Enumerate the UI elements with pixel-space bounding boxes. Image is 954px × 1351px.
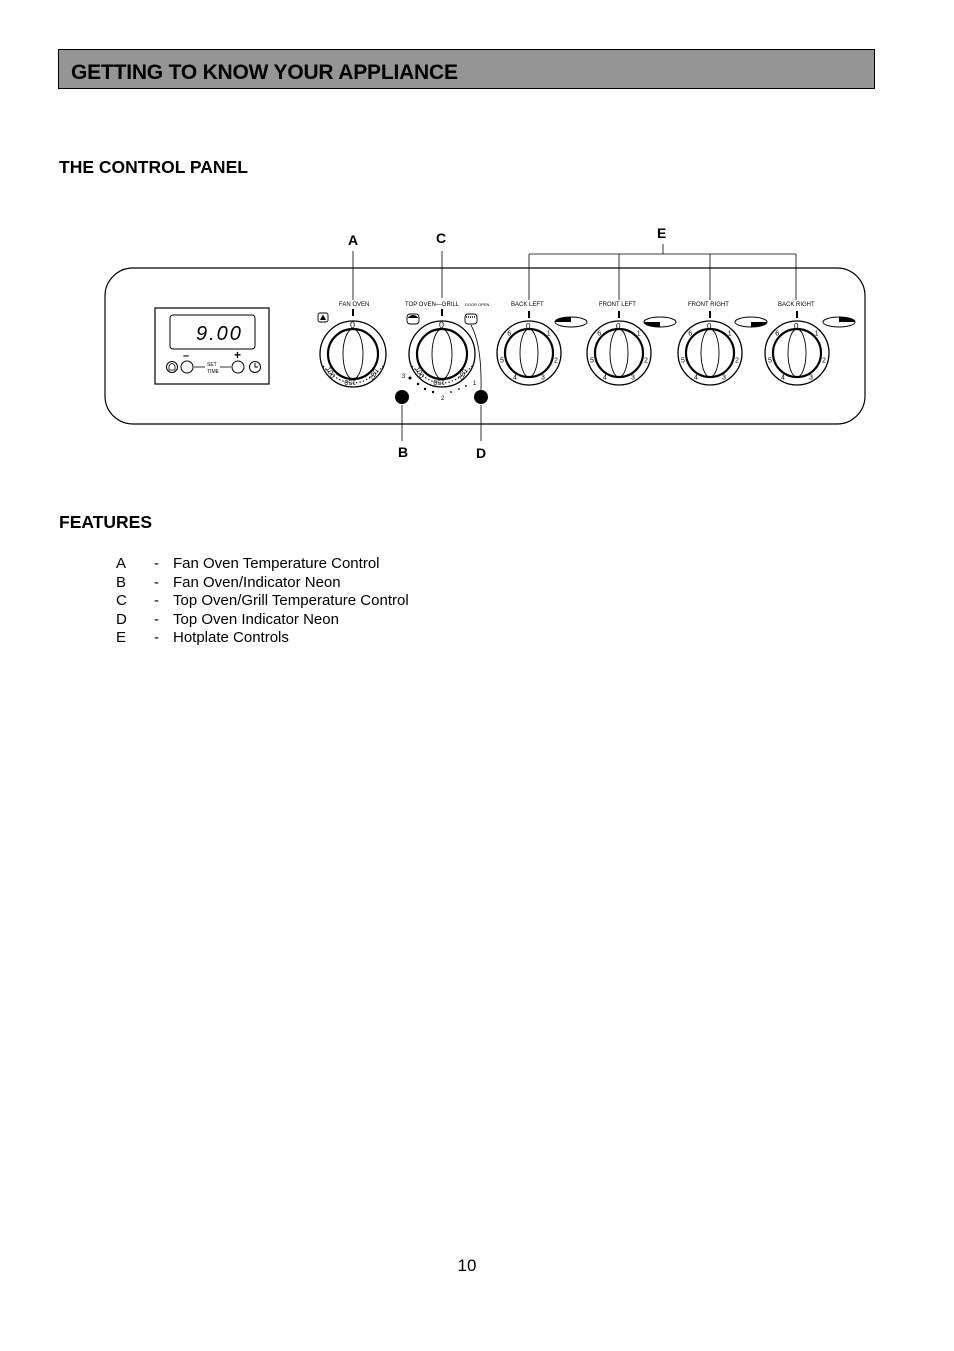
grill-scale-3: 3 <box>402 374 406 380</box>
hotplate-scale-number: 4 <box>694 375 698 382</box>
hotplate-zero: 0 <box>616 322 621 331</box>
feature-letter: D <box>116 610 127 628</box>
hotplate-scale-number: 3 <box>631 375 635 382</box>
hotplate-label: FRONT LEFT <box>599 302 636 308</box>
feature-dash: - <box>154 592 159 610</box>
features-list: A - Fan Oven Temperature Control B - Fan… <box>116 555 409 648</box>
hotplate-scale-number: 2 <box>554 358 558 365</box>
hotplate-indicator-icon <box>643 316 677 328</box>
feature-letter: E <box>116 629 127 647</box>
top-oven-grill-label: TOP OVEN—GRILL <box>405 302 460 308</box>
plus-button[interactable]: + <box>231 348 245 374</box>
feature-dash: - <box>154 629 159 647</box>
hotplate-zero: 0 <box>707 322 712 331</box>
hotplate-scale-number: 1 <box>728 331 732 338</box>
control-panel-diagram: A C E B D 9.00 – SET TIME + FAN OVEN 0 1… <box>104 225 866 461</box>
fan-oven-control[interactable]: FAN OVEN 0 100 150 220 <box>317 302 387 388</box>
hotplate-scale-number: 1 <box>547 331 551 338</box>
feature-text: Fan Oven Temperature Control <box>173 555 380 572</box>
hotplate-scale-number: 5 <box>500 358 504 365</box>
callout-c: C <box>436 230 446 246</box>
hotplate-scale-number: 1 <box>815 331 819 338</box>
timer-module: 9.00 – SET TIME + <box>154 307 270 385</box>
feature-item-e: E - Hotplate Controls <box>116 629 409 648</box>
hotplate-scale-number: 6 <box>775 331 779 338</box>
feature-text: Fan Oven/Indicator Neon <box>173 573 341 591</box>
hotplate-scale-number: 5 <box>590 358 594 365</box>
hotplate-indicator-icon <box>554 316 588 328</box>
plus-label: + <box>234 348 241 362</box>
fan-icon <box>317 312 329 323</box>
fan-oven-zero: 0 <box>350 320 355 330</box>
callout-bracket-e <box>528 244 797 300</box>
hotplate-scale-number: 1 <box>637 331 641 338</box>
hotplate-zero: 0 <box>794 322 799 331</box>
callout-d: D <box>476 445 486 461</box>
minus-label: – <box>183 350 189 362</box>
grill-scale-2: 2 <box>441 396 445 402</box>
grill-scale-1: 1 <box>473 381 477 387</box>
fan-oven-indicator-neon <box>395 390 409 404</box>
hotplate-control-back-left[interactable]: BACK LEFT 0 <box>496 302 588 386</box>
features-heading: FEATURES <box>59 512 153 532</box>
hotplate-control-front-left[interactable]: FRONT LEFT 0 <box>586 302 677 386</box>
fan-oven-label: FAN OVEN <box>339 302 369 308</box>
hotplate-scale-number: 6 <box>507 331 511 338</box>
feature-item-d: D - Top Oven Indicator Neon <box>116 611 409 630</box>
hotplate-label: FRONT RIGHT <box>688 302 729 308</box>
top-oven-indicator-neon <box>474 390 488 404</box>
feature-dash: - <box>154 573 159 591</box>
feature-text: Top Oven Indicator Neon <box>173 610 339 628</box>
hotplate-scale-number: 3 <box>722 375 726 382</box>
hotplate-scale-number: 6 <box>688 331 692 338</box>
hotplate-scale-number: 5 <box>768 358 772 365</box>
feature-text: Hotplate Controls <box>173 629 289 647</box>
hotplate-indicator-icon <box>734 316 768 328</box>
top-oven-grill-control[interactable]: TOP OVEN—GRILL DOOR OPEN 0 100 150 220 3 <box>402 302 490 402</box>
top-oven-icon <box>406 313 420 325</box>
top-oven-scale-2: 150 <box>433 378 445 385</box>
set-time-label-top: SET <box>207 362 217 368</box>
feature-letter: C <box>116 592 127 610</box>
bell-icon[interactable] <box>166 361 178 373</box>
top-oven-zero: 0 <box>439 320 444 330</box>
feature-item-a: A - Fan Oven Temperature Control <box>116 555 409 574</box>
hotplate-scale-number: 4 <box>513 375 517 382</box>
hotplate-scale-number: 2 <box>735 358 739 365</box>
hotplate-scale-number: 3 <box>541 375 545 382</box>
hotplate-control-front-right[interactable]: FRONT RIGHT 0 <box>677 302 768 386</box>
fan-oven-scale-2: 150 <box>344 378 356 385</box>
grill-icon <box>464 313 478 325</box>
hotplate-scale-number: 3 <box>809 375 813 382</box>
callout-e: E <box>657 225 666 241</box>
feature-dash: - <box>154 555 159 572</box>
feature-letter: B <box>116 573 127 591</box>
feature-text: Top Oven/Grill Temperature Control <box>173 592 409 610</box>
feature-dash: - <box>154 610 159 628</box>
hotplate-zero: 0 <box>526 322 531 331</box>
feature-letter: A <box>116 555 127 572</box>
hotplate-scale-number: 4 <box>603 375 607 382</box>
minus-button[interactable]: – <box>180 350 194 374</box>
hotplate-label: BACK LEFT <box>511 302 544 308</box>
clock-icon[interactable] <box>249 361 261 373</box>
feature-item-c: C - Top Oven/Grill Temperature Control <box>116 592 409 611</box>
page-number: 10 <box>457 1256 477 1275</box>
door-open-label: DOOR OPEN <box>465 302 490 307</box>
set-time-label-bottom: TIME <box>207 369 220 375</box>
hotplate-scale-number: 5 <box>681 358 685 365</box>
callout-b: B <box>398 444 408 460</box>
hotplate-scale-number: 2 <box>644 358 648 365</box>
hotplate-scale-number: 4 <box>781 375 785 382</box>
hotplate-scale-number: 2 <box>822 358 826 365</box>
hotplate-label: BACK RIGHT <box>778 302 815 308</box>
hotplate-indicator-icon <box>822 316 856 328</box>
timer-display-value: 9.00 <box>196 323 243 345</box>
callout-a: A <box>348 232 358 248</box>
hotplate-control-back-right[interactable]: BACK RIGHT 0 <box>764 302 856 386</box>
feature-item-b: B - Fan Oven/Indicator Neon <box>116 574 409 593</box>
hotplate-scale-number: 6 <box>597 331 601 338</box>
